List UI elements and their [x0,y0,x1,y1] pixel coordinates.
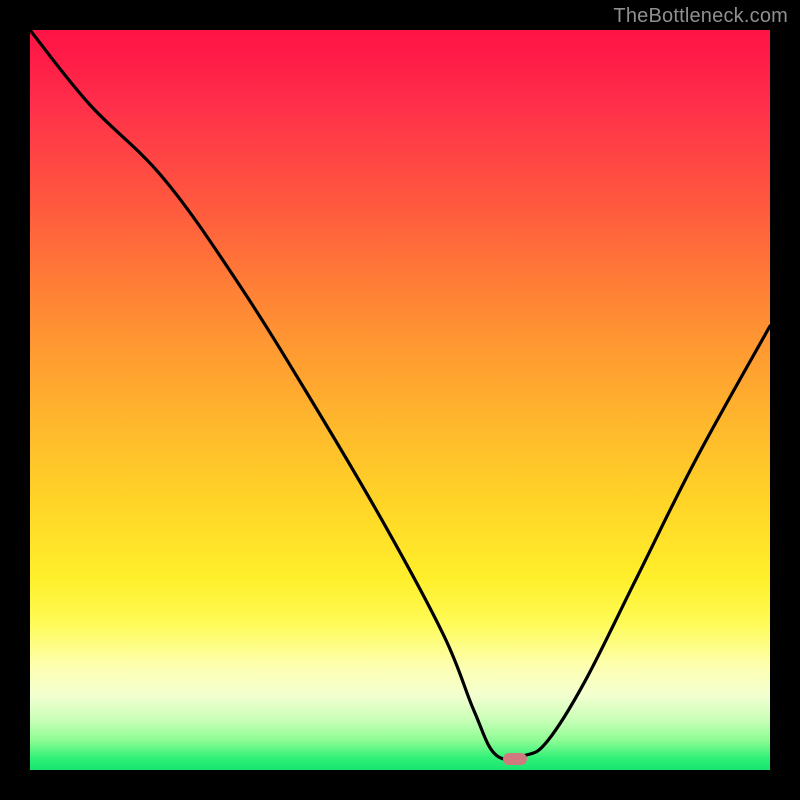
optimum-marker [503,753,527,765]
chart-frame: TheBottleneck.com [0,0,800,800]
bottleneck-curve [30,30,770,770]
plot-area [30,30,770,770]
watermark-text: TheBottleneck.com [613,5,788,28]
